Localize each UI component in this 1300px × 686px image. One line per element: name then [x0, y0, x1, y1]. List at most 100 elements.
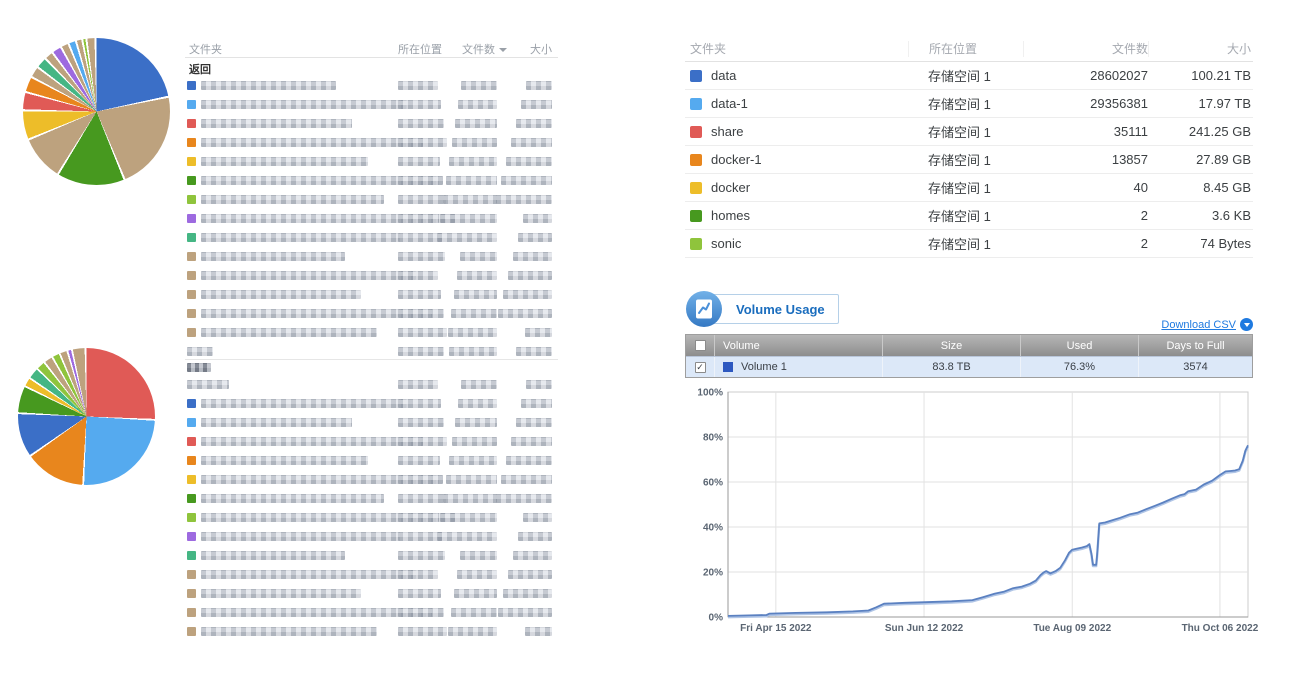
folder-row-redacted[interactable] [185, 209, 558, 228]
y-axis-tick-label: 60% [703, 478, 723, 489]
column-header-filecount[interactable]: 文件数 [462, 41, 498, 57]
redacted-text [398, 418, 444, 427]
back-link[interactable]: 返回 [185, 58, 558, 76]
redacted-text [516, 119, 552, 128]
folder-row-redacted[interactable] [185, 247, 558, 266]
folder-row-redacted[interactable] [185, 565, 558, 584]
folder-color-swatch [187, 214, 196, 223]
redacted-text [398, 195, 446, 204]
folder-row-redacted[interactable] [185, 470, 558, 489]
folder-row-redacted[interactable] [185, 603, 558, 622]
folder-row-redacted[interactable] [185, 76, 558, 95]
folder-location: 存储空间 1 [908, 234, 1023, 253]
folder-color-swatch [187, 494, 196, 503]
redacted-text [523, 214, 552, 223]
column-header-location[interactable]: 所在位置 [398, 41, 442, 57]
redacted-text [511, 138, 552, 147]
folder-row-redacted[interactable] [185, 228, 558, 247]
folder-name: data-1 [711, 96, 748, 111]
redacted-text [201, 119, 352, 128]
folder-row-redacted[interactable] [185, 323, 558, 342]
shared-folder-row[interactable]: docker-1存储空间 11385727.89 GB [685, 146, 1253, 174]
volume-used: 76.3% [1020, 357, 1138, 377]
select-all-checkbox[interactable] [695, 340, 706, 351]
shared-folder-row[interactable]: share存储空间 135111241.25 GB [685, 118, 1253, 146]
folder-name: docker-1 [711, 152, 762, 167]
folder-row-redacted[interactable] [185, 266, 558, 285]
folder-row-redacted[interactable] [185, 413, 558, 432]
folder-color-swatch [187, 570, 196, 579]
redacted-text [398, 399, 441, 408]
redacted-text [516, 347, 552, 356]
redacted-text [448, 627, 497, 636]
folder-row-redacted[interactable] [185, 622, 558, 641]
folder-row-redacted[interactable] [185, 489, 558, 508]
folder-row-redacted[interactable] [185, 394, 558, 413]
folder-row-redacted[interactable] [185, 114, 558, 133]
redacted-text [398, 214, 439, 223]
redacted-text [398, 589, 441, 598]
folder-row-redacted[interactable] [185, 133, 558, 152]
folder-row-redacted[interactable] [185, 285, 558, 304]
folder-row-redacted[interactable] [185, 152, 558, 171]
folder-row-redacted[interactable] [185, 451, 558, 470]
redacted-text [503, 589, 552, 598]
volume-days-to-full: 3574 [1138, 357, 1252, 377]
folder-location: 存储空间 1 [908, 122, 1023, 141]
shared-folder-row[interactable]: homes存储空间 123.6 KB [685, 202, 1253, 230]
redacted-text [518, 233, 552, 242]
volume-usage-line-chart: 0%20%40%60%80%100%Fri Apr 15 2022Sun Jun… [688, 386, 1266, 648]
folder-row-redacted[interactable] [185, 171, 558, 190]
folder-size: 100.21 TB [1148, 68, 1253, 83]
folder-row-redacted[interactable] [185, 508, 558, 527]
x-axis-tick-label: Fri Apr 15 2022 [740, 623, 812, 634]
folder-row-redacted[interactable] [185, 375, 558, 394]
folder-name: share [711, 124, 744, 139]
download-icon[interactable] [1240, 318, 1253, 331]
folder-row-redacted[interactable] [185, 432, 558, 451]
redacted-text [398, 328, 447, 337]
redacted-text [398, 252, 445, 261]
folder-size: 74 Bytes [1148, 236, 1253, 251]
redacted-text [501, 176, 552, 185]
download-csv-link[interactable]: Download CSV [1161, 319, 1236, 331]
volume-checkbox[interactable]: ✓ [695, 362, 706, 373]
folder-row-redacted[interactable] [185, 527, 558, 546]
folder-row-redacted[interactable] [185, 584, 558, 603]
folder-row-redacted[interactable] [185, 95, 558, 114]
redacted-text [501, 475, 552, 484]
folder-color-swatch [187, 399, 196, 408]
column-header-folder[interactable]: 文件夹 [189, 41, 222, 57]
folder-name-cell: sonic [685, 236, 908, 251]
folder-color-swatch [187, 437, 196, 446]
shared-folder-row[interactable]: docker存储空间 1408.45 GB [685, 174, 1253, 202]
table-header-row: 文件夹 所在位置 文件数 大小 [185, 36, 558, 58]
pie-chart-bottom [18, 348, 155, 485]
back-link-redacted[interactable] [185, 360, 558, 375]
redacted-text [449, 347, 497, 356]
folder-color-swatch [187, 589, 196, 598]
folder-row-redacted[interactable] [185, 304, 558, 323]
folder-color-swatch [690, 98, 702, 110]
shared-folder-row[interactable]: data存储空间 128602027100.21 TB [685, 62, 1253, 90]
redacted-text [458, 399, 497, 408]
redacted-text [523, 513, 552, 522]
folder-color-swatch [187, 456, 196, 465]
redacted-text [451, 309, 497, 318]
folder-name: sonic [711, 236, 741, 251]
folder-name-cell: share [685, 124, 908, 139]
redacted-text [187, 363, 211, 372]
redacted-text [503, 290, 552, 299]
shared-folder-row[interactable]: sonic存储空间 1274 Bytes [685, 230, 1253, 258]
shared-folder-row[interactable]: data-1存储空间 12935638117.97 TB [685, 90, 1253, 118]
folder-size: 3.6 KB [1148, 208, 1253, 223]
folder-filecount: 29356381 [1023, 96, 1148, 111]
redacted-text [201, 138, 423, 147]
folder-row-redacted[interactable] [185, 546, 558, 565]
volume-row[interactable]: ✓ Volume 1 83.8 TB 76.3% 3574 [686, 356, 1252, 377]
folder-color-swatch [690, 182, 702, 194]
folder-row-redacted[interactable] [185, 190, 558, 209]
column-header-volume: Volume [714, 335, 882, 356]
column-header-size[interactable]: 大小 [530, 41, 552, 57]
volume-usage-chart-container: 0%20%40%60%80%100%Fri Apr 15 2022Sun Jun… [688, 386, 1266, 653]
